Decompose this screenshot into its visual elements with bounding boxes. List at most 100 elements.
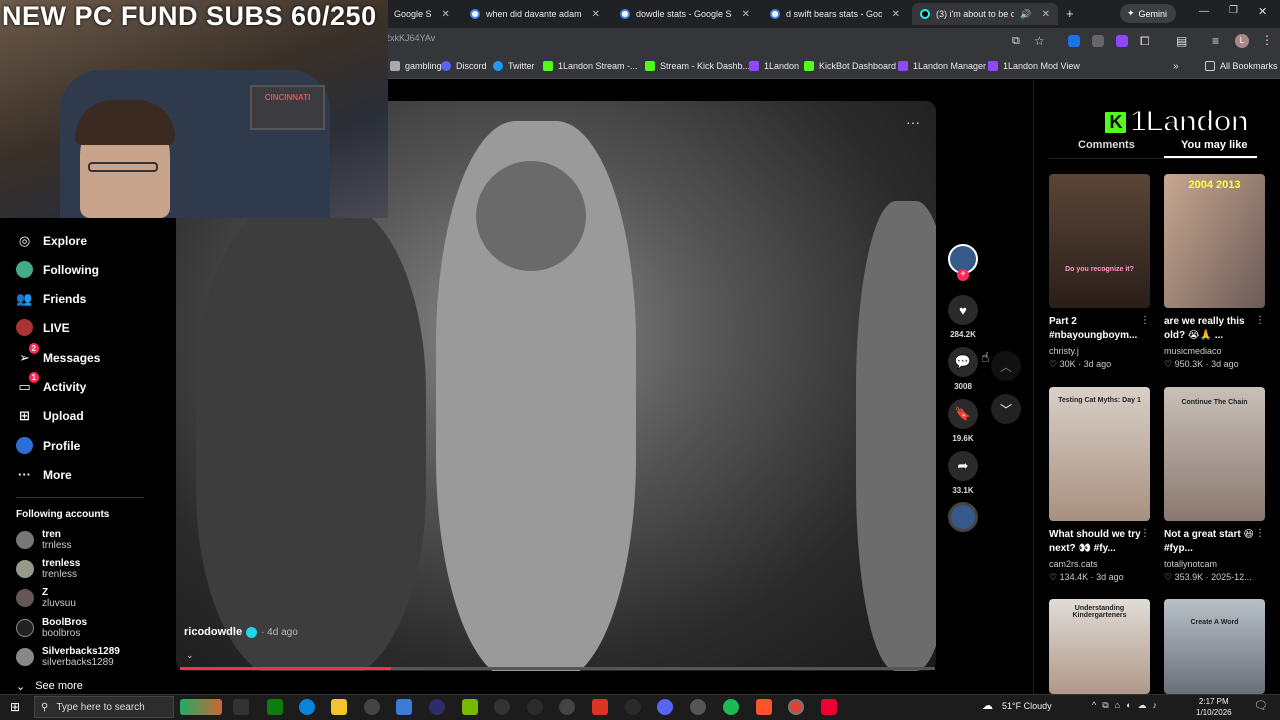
bookmark-twitter[interactable]: Twitter — [493, 61, 535, 71]
tab-davante-adams[interactable]: when did davante adams ge ✕ — [462, 3, 608, 25]
system-tray-icons[interactable]: ^⧉⌂◐☁♪ — [1092, 700, 1163, 711]
recommended-video-card[interactable]: 2004 2013 are we really this old? 😭🙏 ...… — [1164, 174, 1265, 370]
sidebar-item-messages[interactable]: ➢ 2 Messages — [16, 343, 100, 366]
app-icon[interactable] — [821, 699, 837, 715]
expand-caption-icon[interactable]: ⌄ — [186, 650, 194, 661]
more-options-icon[interactable]: ⋮ — [1140, 528, 1150, 539]
close-icon[interactable]: ✕ — [592, 9, 600, 20]
kebab-menu-icon[interactable]: ⋮ — [1261, 33, 1273, 47]
comment-icon[interactable]: 💬 — [948, 347, 978, 377]
app-icon[interactable] — [592, 699, 608, 715]
video-username[interactable]: ricodowdle — [184, 626, 242, 638]
save-action[interactable]: 🔖 19.6K — [947, 399, 979, 443]
github-icon[interactable] — [625, 699, 641, 715]
close-icon[interactable]: ✕ — [442, 9, 450, 20]
bookmark-1landon-manager[interactable]: 1Landon Manager — [898, 61, 986, 71]
video-thumbnail[interactable]: Do you recognize it? — [1049, 174, 1150, 308]
store-icon[interactable] — [396, 699, 412, 715]
bookmark-1landon-mod-view[interactable]: 1Landon Mod View — [988, 61, 1080, 71]
chevron-right-double-icon[interactable]: » — [1173, 61, 1179, 72]
recommended-video-card[interactable]: Testing Cat Myths: Day 1 What should we … — [1049, 387, 1150, 583]
task-view-icon[interactable] — [233, 699, 249, 715]
video-author[interactable]: christy.j — [1049, 346, 1150, 356]
video-author[interactable]: musicmediaco — [1164, 346, 1265, 356]
sidepanel-icon[interactable]: ▤ — [1176, 34, 1187, 48]
sidebar-item-activity[interactable]: ▭ 1 Activity — [16, 372, 86, 395]
recommended-video-card[interactable]: Understanding Kindergarteners — [1049, 599, 1150, 694]
sidebar-item-profile[interactable]: Profile — [16, 437, 80, 454]
like-action[interactable]: ♥ 284.2K — [947, 295, 979, 339]
comment-action[interactable]: 💬 3008 — [947, 347, 979, 391]
settings-icon[interactable] — [559, 699, 575, 715]
more-options-icon[interactable]: ⋮ — [1140, 315, 1150, 326]
new-tab-button[interactable]: + — [1066, 6, 1074, 21]
video-author[interactable]: totallynotcam — [1164, 559, 1265, 569]
extension-icon[interactable] — [1068, 35, 1080, 47]
share-icon[interactable]: ➦ — [948, 451, 978, 481]
taskbar-search-input[interactable]: ⚲ Type here to search — [34, 696, 174, 718]
tab-tiktok-active[interactable]: (3) i'm about to be o 🔊 ✕ — [912, 3, 1058, 25]
see-more-link[interactable]: ⌄ See more — [16, 680, 83, 693]
video-author[interactable]: cam2rs.cats — [1049, 559, 1150, 569]
twitch-extension-icon[interactable] — [1116, 35, 1128, 47]
file-explorer-icon[interactable] — [331, 699, 347, 715]
extension-icon[interactable] — [1092, 35, 1104, 47]
music-disc-avatar[interactable] — [948, 502, 978, 532]
sidebar-item-more[interactable]: ··· More — [16, 466, 72, 483]
following-account[interactable]: BoolBros boolbros — [16, 617, 87, 639]
previous-video-button[interactable]: ︿ — [991, 351, 1021, 381]
sidebar-item-following[interactable]: Following — [16, 261, 99, 278]
next-video-button[interactable]: ﹀ — [991, 394, 1021, 424]
close-icon[interactable]: ✕ — [1042, 9, 1050, 20]
close-icon[interactable]: ✕ — [892, 9, 900, 20]
bookmark-1landon-stream[interactable]: 1Landon Stream -... — [543, 61, 638, 71]
tab-google-search-1[interactable]: Google S ✕ — [386, 3, 458, 25]
tab-you-may-like[interactable]: You may like — [1181, 139, 1247, 151]
following-account[interactable]: Silverbacks1289 silverbacks1289 — [16, 646, 120, 668]
profile-avatar[interactable]: L — [1235, 34, 1249, 48]
following-account[interactable]: tren trnless — [16, 529, 71, 551]
more-options-icon[interactable]: ⋮ — [1255, 528, 1265, 539]
follow-plus-icon[interactable]: + — [957, 269, 969, 281]
video-thumbnail[interactable]: Create A Word — [1164, 599, 1265, 694]
nvidia-icon[interactable] — [462, 699, 478, 715]
video-thumbnail[interactable]: Continue The Chain — [1164, 387, 1265, 521]
taskbar-clock[interactable]: 2:17 PM 1/10/2026 — [1196, 696, 1232, 718]
media-player-icon[interactable] — [494, 699, 510, 715]
speaker-icon[interactable]: 🔊 — [1020, 9, 1031, 20]
url-field[interactable]: 92xkKJ64YAv — [380, 33, 435, 43]
close-icon[interactable]: ✕ — [742, 9, 750, 20]
bookmark-kickbot[interactable]: KickBot Dashboard — [804, 61, 896, 71]
app-icon[interactable] — [429, 699, 445, 715]
chrome-icon[interactable] — [788, 699, 804, 715]
notification-icon[interactable]: 🗨 — [1254, 699, 1268, 712]
following-account[interactable]: trenless trenless — [16, 558, 80, 580]
minimize-button[interactable]: — — [1199, 6, 1209, 17]
bookmark-1landon[interactable]: 1Landon — [749, 61, 799, 71]
video-thumbnail[interactable]: Testing Cat Myths: Day 1 — [1049, 387, 1150, 521]
weather-text[interactable]: 51°F Cloudy — [1002, 701, 1052, 711]
install-app-icon[interactable]: ⧉ — [1012, 35, 1020, 48]
window-close-button[interactable]: ✕ — [1258, 5, 1267, 18]
taskbar-widget-icon[interactable] — [180, 699, 222, 715]
brave-icon[interactable] — [756, 699, 772, 715]
discord-icon[interactable] — [657, 699, 673, 715]
bookmark-kick-dashboard[interactable]: Stream - Kick Dashb... — [645, 61, 750, 71]
sidebar-item-live[interactable]: LIVE — [16, 319, 70, 336]
edge-icon[interactable] — [299, 699, 315, 715]
video-thumbnail[interactable]: 2004 2013 — [1164, 174, 1265, 308]
obs-icon[interactable] — [364, 699, 380, 715]
tab-dowdle-stats[interactable]: dowdle stats - Google Search ✕ — [612, 3, 758, 25]
media-icon[interactable]: ≡ — [1212, 34, 1219, 48]
xbox-icon[interactable] — [267, 699, 283, 715]
tab-swift-bears-stats[interactable]: d swift bears stats - Google S ✕ — [762, 3, 908, 25]
bookmark-star-icon[interactable]: ☆ — [1034, 34, 1045, 48]
all-bookmarks[interactable]: All Bookmarks — [1205, 61, 1278, 71]
puzzle-icon[interactable]: ⧠ — [1140, 34, 1150, 49]
recommended-video-card[interactable]: Continue The Chain Not a great start 😆 #… — [1164, 387, 1265, 583]
sidebar-item-upload[interactable]: ⊞ Upload — [16, 407, 84, 424]
recommended-video-card[interactable]: Do you recognize it? Part 2 #nbayoungboy… — [1049, 174, 1150, 370]
recommended-video-card[interactable]: Create A Word — [1164, 599, 1265, 694]
sidebar-item-explore[interactable]: ◎ Explore — [16, 232, 87, 249]
maximize-button[interactable]: ❐ — [1229, 5, 1238, 16]
